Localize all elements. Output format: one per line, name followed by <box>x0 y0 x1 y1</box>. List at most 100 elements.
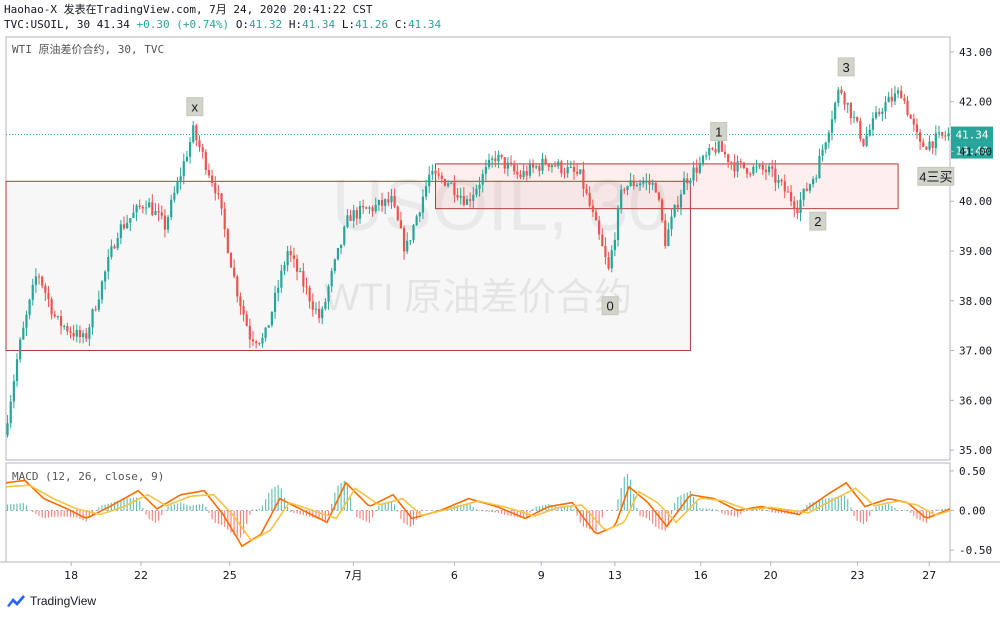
candle-body <box>170 199 173 218</box>
candle-body <box>324 301 327 309</box>
candle-body <box>745 168 749 174</box>
candle-body <box>645 181 648 183</box>
candle-body <box>601 234 604 247</box>
candle-body <box>362 205 365 208</box>
candle-body <box>579 169 582 174</box>
candle-body <box>336 248 340 260</box>
candle-body <box>333 259 336 271</box>
footer-brand: TradingView <box>30 594 97 608</box>
candle-body <box>919 132 922 142</box>
candle-body <box>374 204 377 212</box>
candle-body <box>506 162 509 169</box>
candle-body <box>598 220 601 235</box>
candle-body <box>440 175 443 180</box>
candle-body <box>541 158 544 171</box>
candle-body <box>799 199 802 214</box>
candle-body <box>472 194 475 201</box>
wave-label-4: 3 <box>843 60 850 75</box>
candle-body <box>226 229 229 253</box>
candle-body <box>783 181 786 192</box>
candle-body <box>837 89 840 103</box>
candle-body <box>214 183 217 194</box>
candle-body <box>248 325 251 340</box>
candle-body <box>513 164 516 172</box>
tradingview-footer[interactable]: TradingView <box>6 594 96 608</box>
wave-label-1: 0 <box>607 299 614 314</box>
candle-body <box>525 171 528 176</box>
candle-body <box>387 199 390 203</box>
candle-body <box>72 332 75 337</box>
price-tick-label: 42.00 <box>959 96 992 109</box>
candle-body <box>563 173 566 175</box>
candle-body <box>683 178 686 195</box>
candle-body <box>484 166 487 174</box>
candle-body <box>491 158 494 160</box>
candle-body <box>887 96 890 103</box>
candle-body <box>453 182 456 195</box>
candle-body <box>431 170 434 175</box>
candle-body <box>355 210 358 219</box>
candle-body <box>302 270 305 287</box>
candle-body <box>229 252 233 268</box>
candle-body <box>390 196 393 203</box>
candle-body <box>412 225 415 241</box>
candle-body <box>459 195 462 198</box>
chart-canvas[interactable]: USOIL, 30WTI 原油差价合约41.3418:4043.0042.004… <box>0 0 1000 590</box>
time-tick-label: 25 <box>223 569 237 582</box>
candle-body <box>846 102 849 105</box>
candle-body <box>720 141 723 152</box>
candle-body <box>922 141 925 147</box>
candle-body <box>37 276 41 278</box>
candle-body <box>830 119 834 133</box>
candle-body <box>91 309 94 328</box>
candle-body <box>733 162 736 172</box>
candle-body <box>550 165 554 167</box>
candle-body <box>295 258 299 272</box>
candle-body <box>818 155 821 179</box>
candle-body <box>915 124 919 133</box>
candle-body <box>166 217 170 230</box>
candle-body <box>780 180 783 182</box>
time-tick-label: 9 <box>538 569 545 582</box>
time-tick-label: 20 <box>764 569 778 582</box>
macd-tick-label: 0.00 <box>959 505 986 518</box>
wave-label-0: x <box>192 100 199 115</box>
candle-body <box>701 155 705 164</box>
time-tick-label: 6 <box>451 569 458 582</box>
candle-body <box>409 240 412 242</box>
candle-body <box>126 222 129 229</box>
candle-body <box>352 210 355 221</box>
candle-body <box>812 178 815 185</box>
candle-body <box>509 162 513 165</box>
candle-body <box>393 196 396 207</box>
candle-body <box>469 199 472 201</box>
candle-body <box>346 215 349 227</box>
candle-body <box>749 173 752 175</box>
candle-body <box>569 166 572 168</box>
candle-body <box>497 154 500 162</box>
candle-body <box>934 133 937 149</box>
candle-body <box>418 212 421 217</box>
candle-body <box>311 301 314 310</box>
candle-body <box>789 191 793 202</box>
price-tick-label: 40.00 <box>959 195 992 208</box>
candle-body <box>78 329 82 338</box>
candle-body <box>547 164 550 167</box>
candle-body <box>689 180 692 184</box>
candle-body <box>321 308 324 319</box>
candle-body <box>66 325 69 332</box>
candle-body <box>478 184 481 189</box>
candle-body <box>343 226 346 245</box>
candle-body <box>871 118 875 130</box>
candle-body <box>377 199 380 205</box>
candle-body <box>6 423 9 436</box>
candle-body <box>402 228 406 252</box>
candle-body <box>821 149 824 156</box>
candle-body <box>233 267 236 277</box>
candle-body <box>591 205 594 212</box>
candle-body <box>771 166 774 169</box>
candle-body <box>824 142 827 150</box>
price-tick-label: 37.00 <box>959 345 992 358</box>
candle-body <box>41 276 44 286</box>
candle-body <box>239 296 242 306</box>
